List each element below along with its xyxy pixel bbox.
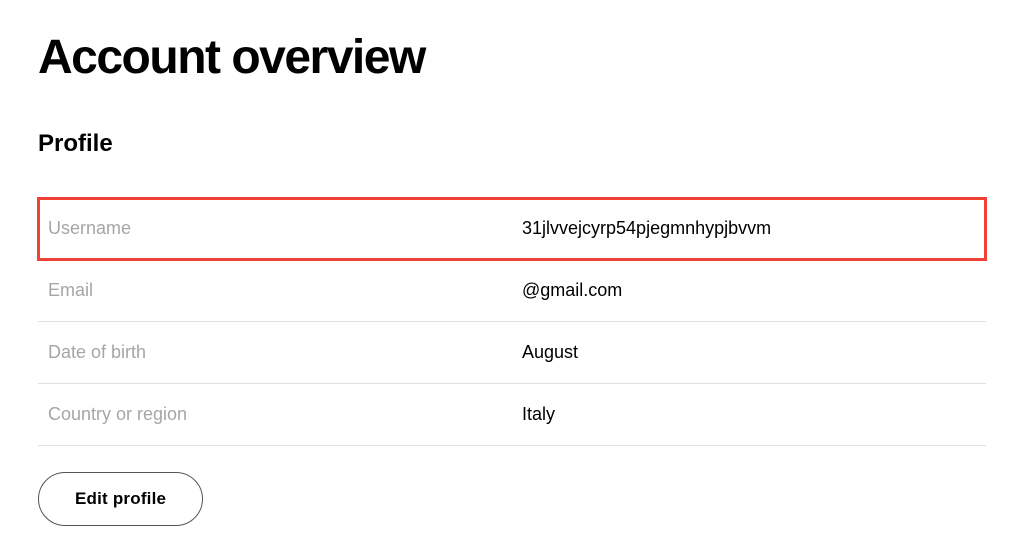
edit-profile-button[interactable]: Edit profile <box>38 472 203 526</box>
profile-value: August <box>512 322 986 384</box>
page-title: Account overview <box>38 30 986 85</box>
section-title-profile: Profile <box>38 130 986 158</box>
profile-label: Date of birth <box>38 322 512 384</box>
profile-value: @gmail.com <box>512 260 986 322</box>
profile-label: Email <box>38 260 512 322</box>
profile-table: Username 31jlvvejcyrp54pjegmnhypjbvvm Em… <box>38 198 986 446</box>
profile-row-dob: Date of birth August <box>38 322 986 384</box>
profile-value: 31jlvvejcyrp54pjegmnhypjbvvm <box>512 198 986 260</box>
profile-row-username: Username 31jlvvejcyrp54pjegmnhypjbvvm <box>38 198 986 260</box>
profile-row-email: Email @gmail.com <box>38 260 986 322</box>
profile-value: Italy <box>512 384 986 446</box>
profile-label: Username <box>38 198 512 260</box>
profile-row-country: Country or region Italy <box>38 384 986 446</box>
profile-label: Country or region <box>38 384 512 446</box>
